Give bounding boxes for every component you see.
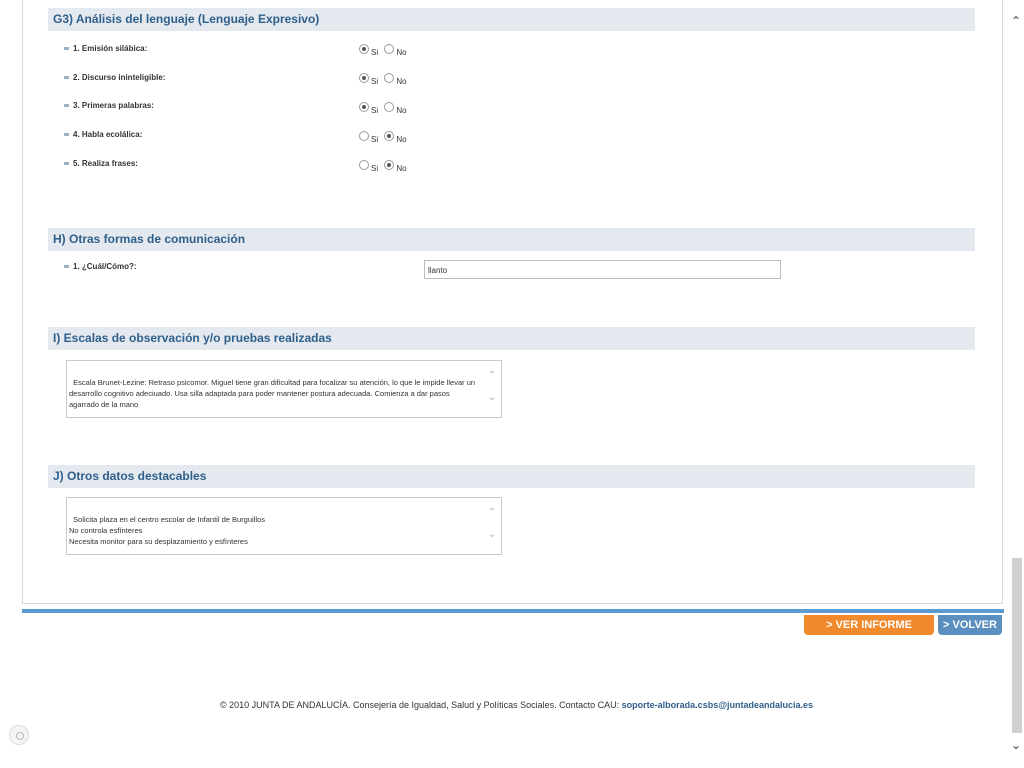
support-email-link[interactable]: soporte-alborada.csbs@juntadeandalucia.e… — [622, 700, 813, 710]
radio-yes-label: Si — [371, 48, 379, 58]
chevron-up-icon[interactable]: ⌃ — [1010, 14, 1022, 28]
radio-yes[interactable] — [359, 44, 369, 54]
question-text: 5. Realiza frases: — [73, 159, 138, 168]
circle-icon[interactable] — [9, 725, 29, 745]
bullet-icon — [64, 162, 69, 166]
question-text: 2. Discurso ininteligible: — [73, 73, 166, 82]
scrollbar-thumb[interactable] — [1012, 558, 1022, 733]
bullet-icon — [64, 133, 69, 137]
view-report-button[interactable]: > VER INFORME — [804, 615, 934, 635]
radio-no-label: No — [396, 77, 407, 87]
radio-group-realiza-frases: Si No — [359, 160, 411, 173]
bullet-icon — [64, 265, 69, 269]
radio-yes[interactable] — [359, 73, 369, 83]
radio-no-label: No — [396, 48, 407, 58]
radio-yes-label: Si — [371, 77, 379, 87]
question-text: 1. Emisión silábica: — [73, 44, 148, 53]
radio-no[interactable] — [384, 160, 395, 170]
section-j-header: J) Otros datos destacables — [48, 465, 975, 488]
other-communication-input[interactable]: llanto — [424, 260, 781, 279]
back-button[interactable]: > VOLVER — [938, 615, 1002, 635]
bullet-icon — [64, 47, 69, 51]
bullet-icon — [64, 104, 69, 108]
section-g3-header: G3) Análisis del lenguaje (Lenguaje Expr… — [48, 8, 975, 31]
question-text: 3. Primeras palabras: — [73, 101, 154, 110]
radio-group-emision-silabica: Si No — [359, 44, 411, 57]
radio-no-label: No — [396, 135, 407, 145]
bullet-icon — [64, 76, 69, 80]
observation-scales-textarea[interactable]: Escala Brunet-Lezine: Retraso psicomor. … — [66, 360, 502, 418]
radio-yes-label: Si — [371, 135, 379, 145]
radio-yes-label: Si — [371, 106, 379, 116]
radio-no-label: No — [396, 164, 407, 174]
footer-text: © 2010 JUNTA DE ANDALUCÍA. Consejería de… — [220, 700, 620, 710]
radio-group-primeras-palabras: Si No — [359, 102, 411, 115]
page-scrollbar[interactable]: ⌃ ⌄ — [1008, 0, 1024, 768]
textarea-content: Solicita plaza en el centro escolar de I… — [69, 515, 265, 546]
radio-yes[interactable] — [359, 102, 369, 112]
question-label: 3. Primeras palabras: — [64, 101, 154, 110]
question-text: 1. ¿Cuál/Cómo?: — [73, 262, 137, 271]
chevron-up-icon[interactable]: ⌃ — [487, 371, 497, 381]
chevron-down-icon[interactable]: ⌄ — [487, 393, 497, 403]
other-data-textarea[interactable]: Solicita plaza en el centro escolar de I… — [66, 497, 502, 555]
question-text: 4. Habla ecolálica: — [73, 130, 143, 139]
question-label: 2. Discurso ininteligible: — [64, 73, 165, 82]
footer: © 2010 JUNTA DE ANDALUCÍA. Consejería de… — [220, 700, 813, 710]
radio-no[interactable] — [384, 73, 395, 83]
accent-bar — [22, 609, 1004, 613]
textarea-content: Escala Brunet-Lezine: Retraso psicomor. … — [69, 378, 478, 409]
radio-no-label: No — [396, 106, 407, 116]
radio-yes[interactable] — [359, 160, 369, 170]
radio-no[interactable] — [384, 131, 395, 141]
question-label: 4. Habla ecolálica: — [64, 130, 142, 139]
question-label: 5. Realiza frases: — [64, 159, 138, 168]
radio-no[interactable] — [384, 44, 395, 54]
section-i-header: I) Escalas de observación y/o pruebas re… — [48, 327, 975, 350]
radio-yes[interactable] — [359, 131, 369, 141]
chevron-down-icon[interactable]: ⌄ — [1010, 738, 1022, 752]
radio-no[interactable] — [384, 102, 395, 112]
radio-yes-label: Si — [371, 164, 379, 174]
question-label: 1. ¿Cuál/Cómo?: — [64, 262, 137, 271]
radio-group-habla-ecolalica: Si No — [359, 131, 411, 144]
chevron-up-icon[interactable]: ⌃ — [487, 508, 497, 518]
question-label: 1. Emisión silábica: — [64, 44, 147, 53]
section-h-header: H) Otras formas de comunicación — [48, 228, 975, 251]
chevron-down-icon[interactable]: ⌄ — [487, 530, 497, 540]
radio-group-discurso-ininteligible: Si No — [359, 73, 411, 86]
